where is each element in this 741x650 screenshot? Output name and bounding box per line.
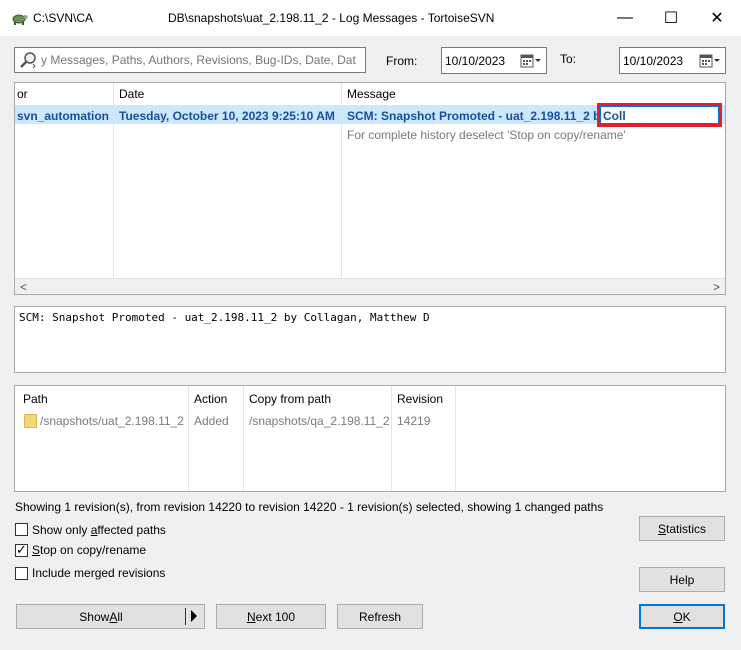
column-header-path[interactable]: Path: [23, 392, 48, 406]
ok-button[interactable]: OK: [639, 604, 725, 629]
to-date-picker[interactable]: 10/10/2023: [619, 47, 726, 74]
row-message: SCM: Snapshot Promoted - uat_2.198.11_2 …: [347, 109, 608, 123]
stop-on-copy-text-1: S: [32, 543, 41, 557]
help-button[interactable]: Help: [639, 567, 725, 592]
next-100-text-1: N: [246, 609, 256, 624]
revision-value: 14219: [397, 414, 431, 428]
column-header-author[interactable]: or: [17, 83, 28, 104]
to-label: To:: [560, 52, 577, 66]
split-arrow-icon[interactable]: [191, 610, 197, 622]
next-100-text-2: ext 100: [255, 609, 296, 624]
show-affected-label[interactable]: Show only affected paths: [32, 523, 166, 537]
column-header-date[interactable]: Date: [119, 83, 144, 104]
scroll-right-icon[interactable]: >: [713, 280, 720, 294]
history-hint: For complete history deselect 'Stop on c…: [347, 128, 626, 142]
changed-paths-list[interactable]: Path Action Copy from path Revision /sna…: [14, 385, 726, 492]
highlight-box: [597, 103, 722, 127]
include-merged-label[interactable]: Include merged revisions: [32, 566, 165, 580]
show-all-text-1: Show: [79, 609, 110, 624]
calendar-dropdown-icon[interactable]: [699, 53, 721, 69]
close-button[interactable]: ✕: [694, 0, 740, 36]
path-value[interactable]: /snapshots/uat_2.198.11_2: [40, 414, 184, 428]
search-box[interactable]: [14, 47, 366, 73]
repo-path: C:\SVN\CA: [33, 11, 94, 25]
split-divider: [185, 608, 186, 625]
horizontal-scrollbar[interactable]: < >: [15, 278, 725, 294]
column-divider: [188, 386, 189, 491]
from-label: From:: [386, 54, 418, 68]
to-date-value: 10/10/2023: [623, 54, 684, 68]
minimize-button[interactable]: —: [602, 0, 648, 36]
show-all-text-3: ll: [117, 609, 123, 624]
column-header-message[interactable]: Message: [347, 83, 396, 104]
show-affected-text-1: Show only: [32, 523, 91, 537]
ok-text-2: K: [682, 609, 691, 624]
column-divider: [243, 386, 244, 491]
show-all-button[interactable]: Show All: [16, 604, 205, 629]
row-date: Tuesday, October 10, 2023 9:25:10 AM: [119, 109, 335, 123]
search-icon: [20, 52, 36, 69]
next-100-button[interactable]: Next 100: [216, 604, 326, 629]
show-all-label[interactable]: Show All: [17, 605, 185, 628]
action-value: Added: [194, 414, 229, 428]
folder-icon: [24, 414, 37, 428]
status-text: Showing 1 revision(s), from revision 142…: [15, 500, 604, 514]
window-title: DB\snapshots\uat_2.198.11_2 - Log Messag…: [168, 11, 495, 25]
column-header-action[interactable]: Action: [194, 392, 227, 406]
include-merged-checkbox[interactable]: [15, 567, 28, 580]
message-text: SCM: Snapshot Promoted - uat_2.198.11_2 …: [19, 311, 430, 324]
ok-text-1: O: [673, 609, 683, 624]
search-input[interactable]: [41, 51, 361, 69]
message-pane[interactable]: SCM: Snapshot Promoted - uat_2.198.11_2 …: [14, 306, 726, 373]
tortoise-icon: [12, 14, 28, 25]
copy-from-value: /snapshots/qa_2.198.11_2: [249, 414, 390, 428]
scroll-left-icon[interactable]: <: [20, 280, 27, 294]
show-affected-text-3: ffected paths: [97, 523, 166, 537]
statistics-text-1: S: [657, 521, 666, 536]
from-date-picker[interactable]: 10/10/2023: [441, 47, 547, 74]
from-date-value: 10/10/2023: [445, 54, 506, 68]
stop-on-copy-text-2: top on copy/rename: [40, 543, 147, 557]
column-divider: [455, 386, 456, 491]
statistics-button[interactable]: Statistics: [639, 516, 725, 541]
row-author: svn_automation: [17, 109, 110, 123]
show-affected-checkbox[interactable]: [15, 523, 28, 536]
maximize-button[interactable]: ☐: [648, 0, 694, 36]
column-header-revision[interactable]: Revision: [397, 392, 443, 406]
calendar-dropdown-icon[interactable]: [520, 53, 542, 69]
column-divider: [391, 386, 392, 491]
show-all-text-2: A: [109, 609, 118, 624]
statistics-text-2: tatistics: [666, 521, 707, 536]
log-list[interactable]: or Date Message svn_automation Tuesday, …: [14, 82, 726, 295]
stop-on-copy-label[interactable]: Stop on copy/rename: [32, 543, 146, 557]
column-header-copy-from[interactable]: Copy from path: [249, 392, 331, 406]
refresh-button[interactable]: Refresh: [337, 604, 423, 629]
stop-on-copy-checkbox[interactable]: [15, 542, 28, 558]
